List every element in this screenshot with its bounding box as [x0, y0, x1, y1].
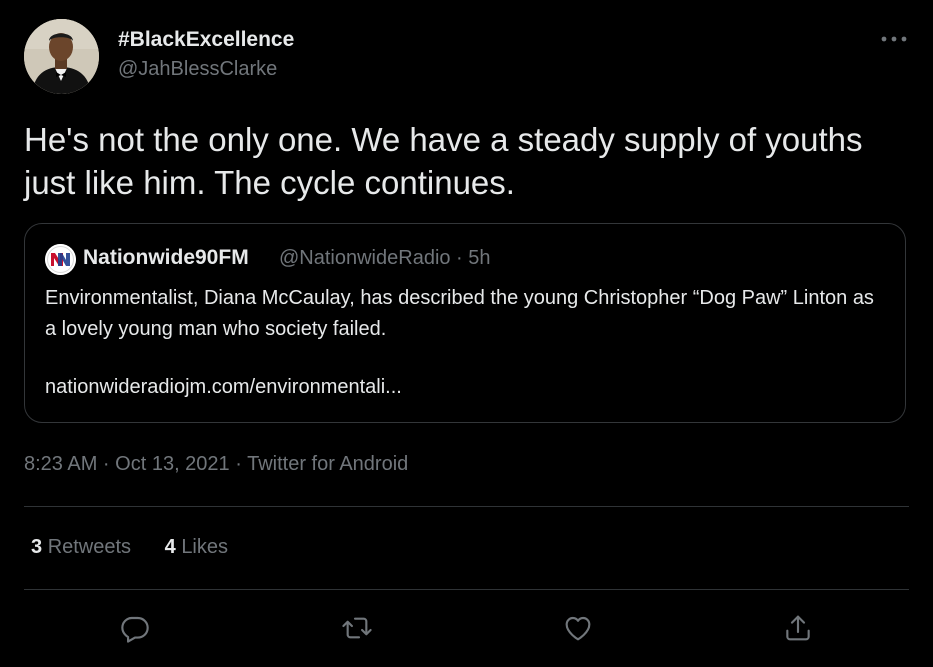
reply-icon — [121, 616, 149, 643]
retweet-icon — [342, 617, 372, 639]
tweet-text: He's not the only one. We have a steady … — [24, 121, 863, 201]
reply-button[interactable] — [117, 610, 153, 646]
share-button[interactable] — [780, 610, 816, 646]
like-button[interactable] — [560, 610, 596, 646]
retweet-button[interactable] — [339, 610, 375, 646]
quoted-tweet[interactable]: Nationwide90FM @NationwideRadio · 5h Env… — [24, 223, 906, 423]
retweets-stat[interactable]: 3 Retweets — [31, 536, 131, 559]
more-icon — [881, 36, 907, 42]
quote-text: Environmentalist, Diana McCaulay, has de… — [45, 287, 874, 340]
display-name[interactable]: #BlackExcellence — [118, 28, 294, 52]
avatar-image — [24, 19, 99, 94]
divider — [24, 589, 909, 590]
likes-count: 4 — [164, 536, 176, 558]
divider — [24, 506, 909, 507]
user-handle[interactable]: @JahBlessClarke — [118, 58, 277, 81]
retweets-count: 3 — [31, 536, 43, 558]
tweet-timestamp[interactable]: 8:23 AM · Oct 13, 2021 · Twitter for And… — [24, 453, 408, 476]
quote-author-name[interactable]: Nationwide90FM — [83, 246, 249, 270]
avatar[interactable] — [24, 19, 99, 94]
likes-stat[interactable]: 4 Likes — [165, 536, 228, 559]
quote-avatar[interactable] — [45, 244, 76, 275]
quote-link[interactable]: nationwideradiojm.com/environmentali... — [45, 376, 402, 399]
share-icon — [786, 615, 810, 641]
quote-handle-time: @NationwideRadio · 5h — [279, 247, 491, 269]
nationwide-logo-icon — [45, 244, 76, 275]
engagement-stats: 3 Retweets 4 Likes — [31, 536, 256, 559]
like-icon — [565, 616, 591, 641]
likes-label: Likes — [181, 536, 229, 558]
retweets-label: Retweets — [47, 536, 132, 558]
more-options-button[interactable] — [874, 24, 914, 54]
